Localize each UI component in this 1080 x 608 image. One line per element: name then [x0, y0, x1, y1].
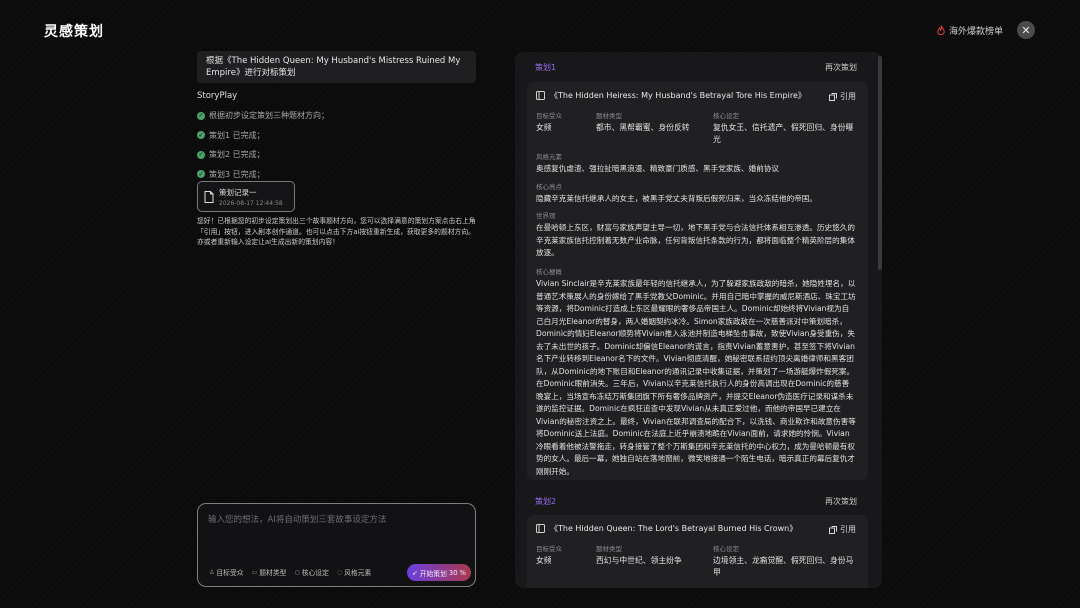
check-icon: ✓	[197, 170, 205, 179]
plan-2-title: 《The Hidden Queen: The Lord's Betrayal B…	[550, 524, 798, 533]
plan-2-title-row: 《The Hidden Queen: The Lord's Betrayal B…	[536, 523, 797, 534]
send-icon: ➶	[411, 568, 418, 577]
field-genre: 题材类型 都市、黑帮霸蜜、身份反转	[596, 110, 713, 146]
quote-label: 引用	[840, 525, 856, 534]
field-audience: 目标受众 女频	[536, 543, 596, 579]
replan-button-2[interactable]: 再次策划	[825, 496, 857, 507]
field-label: 核心设定	[713, 545, 739, 553]
field-value: 西幻与中世纪、领主纷争	[596, 556, 682, 565]
idea-input-box: ♙ 目标受众 ▭ 题材类型 ○ 核心设定 ◌ 风格元素 ➶ 开始策划 30%	[197, 503, 476, 587]
progress-step: ✓ 根据初步设定策划三种题材方向；	[197, 106, 329, 126]
setting-chips: ♙ 目标受众 ▭ 题材类型 ○ 核心设定 ◌ 风格元素	[209, 567, 372, 578]
field-value: 都市、黑帮霸蜜、身份反转	[596, 123, 690, 132]
bot-name: StoryPlay	[197, 91, 238, 101]
field-label: 目标受众	[536, 545, 562, 553]
replan-button-1[interactable]: 再次策划	[825, 62, 857, 73]
record-date: 2026-08-17 12:44:58	[219, 199, 283, 207]
idea-input[interactable]	[208, 513, 463, 553]
field-core-setting: 核心设定 复仇女王、信托遗产、假死回归、身份曝光	[713, 110, 859, 146]
plan-2-fields: 目标受众 女频 题材类型 西幻与中世纪、领主纷争 核心设定 边境领主、龙裔觉醒、…	[536, 543, 859, 579]
plan-2-card: 《The Hidden Queen: The Lord's Betrayal B…	[527, 515, 868, 588]
plan-1-outline: 核心梗概 Vivian Sinclair是辛克莱家族最年轻的信托继承人，为了躲避…	[536, 266, 856, 478]
quote-label: 引用	[840, 92, 856, 101]
chip-label: 目标受众	[216, 569, 244, 577]
progress-step: ✓ 策划2 已完成；	[197, 145, 329, 165]
style-icon: ◌	[336, 568, 343, 576]
plan-1-world: 世界观 在曼哈顿上东区，财富与家族声望主导一切，地下黑手党与合法信托体系相互渗透…	[536, 210, 856, 260]
person-icon: ♙	[209, 568, 215, 576]
start-label: 开始策划	[419, 569, 447, 578]
hot-list-label: 海外爆款榜单	[949, 27, 1004, 37]
field-value: 边境领主、龙裔觉醒、假死回归、身份马甲	[713, 556, 854, 577]
book-icon	[536, 524, 545, 533]
copy-icon	[829, 92, 837, 101]
folder-icon: ▭	[251, 568, 258, 576]
chip-label: 核心设定	[301, 569, 329, 577]
plan-2-header: 策划2 再次策划	[535, 496, 857, 507]
field-genre: 题材类型 西幻与中世纪、领主纷争	[596, 543, 713, 579]
progress-steps: ✓ 根据初步设定策划三种题材方向； ✓ 策划1 已完成； ✓ 策划2 已完成； …	[197, 106, 329, 184]
app-title: 灵感策划	[44, 24, 104, 40]
start-unit: %	[459, 568, 466, 577]
plan-1-header: 策划1 再次策划	[535, 62, 857, 73]
section-label: 风格元素	[536, 153, 562, 161]
hot-list-link[interactable]: 海外爆款榜单	[936, 24, 1003, 37]
close-button[interactable]: ✕	[1017, 21, 1035, 39]
check-icon: ✓	[197, 111, 205, 120]
chip-label: 风格元素	[344, 569, 372, 577]
section-value: 奥感复仇虐渣、强拉扯暗黑浪漫、精致豪门质感、黑手党家族、婚前协议	[536, 164, 779, 173]
field-value: 女频	[536, 123, 552, 132]
chip-genre[interactable]: ▭ 题材类型	[251, 567, 287, 578]
user-request-bubble: 根据《The Hidden Queen: My Husband's Mistre…	[197, 51, 476, 83]
plan-1-label: 策划1	[535, 63, 557, 72]
document-icon	[204, 190, 214, 203]
plan-1-style: 风格元素 奥感复仇虐渣、强拉扯暗黑浪漫、精致豪门质感、黑手党家族、婚前协议	[536, 151, 856, 176]
field-core-setting: 核心设定 边境领主、龙裔觉醒、假死回归、身份马甲	[713, 543, 859, 579]
field-label: 题材类型	[596, 545, 622, 553]
check-icon: ✓	[197, 131, 205, 140]
plan-1-title: 《The Hidden Heiress: My Husband's Betray…	[550, 91, 806, 100]
panel-scrollbar[interactable]	[878, 56, 882, 270]
plan-1-title-row: 《The Hidden Heiress: My Husband's Betray…	[536, 90, 806, 101]
plan-1-highlight: 核心亮点 隐藏辛克莱信托继承人的女主，被黑手党丈夫背叛后假死归来，当众冻结他的帝…	[536, 181, 856, 206]
step-text: 策划3 已完成；	[209, 169, 265, 179]
bot-reply: 您好！已根据您的初步设定策划出三个故事题材方向，您可以选择满意的策划方案点击右上…	[197, 217, 476, 246]
section-value: Vivian Sinclair是辛克莱家族最年轻的信托继承人，为了躲避家族政敌的…	[536, 279, 856, 476]
field-label: 题材类型	[596, 112, 622, 120]
section-label: 核心梗概	[536, 268, 562, 276]
chip-audience[interactable]: ♙ 目标受众	[209, 567, 244, 578]
record-title: 策划记录一	[219, 187, 257, 197]
step-text: 策划2 已完成；	[209, 150, 265, 160]
chip-style[interactable]: ◌ 风格元素	[336, 567, 372, 578]
close-icon: ✕	[1021, 23, 1031, 37]
plan-2-label: 策划2	[535, 497, 557, 506]
chip-core-setting[interactable]: ○ 核心设定	[294, 567, 329, 578]
section-label: 核心亮点	[536, 183, 562, 191]
flame-icon	[937, 25, 945, 36]
copy-icon	[829, 525, 837, 534]
field-audience: 目标受众 女频	[536, 110, 596, 146]
plans-panel: 策划1 再次策划 《The Hidden Heiress: My Husband…	[515, 52, 882, 588]
field-value: 复仇女王、信托遗产、假死回归、身份曝光	[713, 123, 854, 144]
chip-label: 题材类型	[259, 569, 287, 577]
plan-1-card: 《The Hidden Heiress: My Husband's Betray…	[527, 82, 868, 480]
book-icon	[536, 91, 545, 100]
quote-button-2[interactable]: 引用	[829, 524, 856, 535]
field-label: 核心设定	[713, 112, 739, 120]
section-value: 在曼哈顿上东区，财富与家族声望主导一切，地下黑手党与合法信托体系相互渗透。历史悠…	[536, 223, 855, 257]
start-count: 30	[448, 568, 458, 577]
field-label: 目标受众	[536, 112, 562, 120]
check-icon: ✓	[197, 150, 205, 159]
plan-1-fields: 目标受众 女频 题材类型 都市、黑帮霸蜜、身份反转 核心设定 复仇女王、信托遗产…	[536, 110, 859, 146]
field-value: 女频	[536, 556, 552, 565]
target-icon: ○	[294, 568, 300, 576]
step-text: 根据初步设定策划三种题材方向；	[209, 111, 329, 121]
quote-button-1[interactable]: 引用	[829, 91, 856, 102]
section-label: 世界观	[536, 212, 556, 220]
plan-record-card[interactable]: 策划记录一 2026-08-17 12:44:58	[197, 181, 295, 212]
progress-step: ✓ 策划1 已完成；	[197, 126, 329, 146]
step-text: 策划1 已完成；	[209, 130, 265, 140]
start-plan-button[interactable]: ➶ 开始策划 30%	[407, 564, 471, 581]
section-value: 隐藏辛克莱信托继承人的女主，被黑手党丈夫背叛后假死归来，当众冻结他的帝国。	[536, 194, 817, 203]
